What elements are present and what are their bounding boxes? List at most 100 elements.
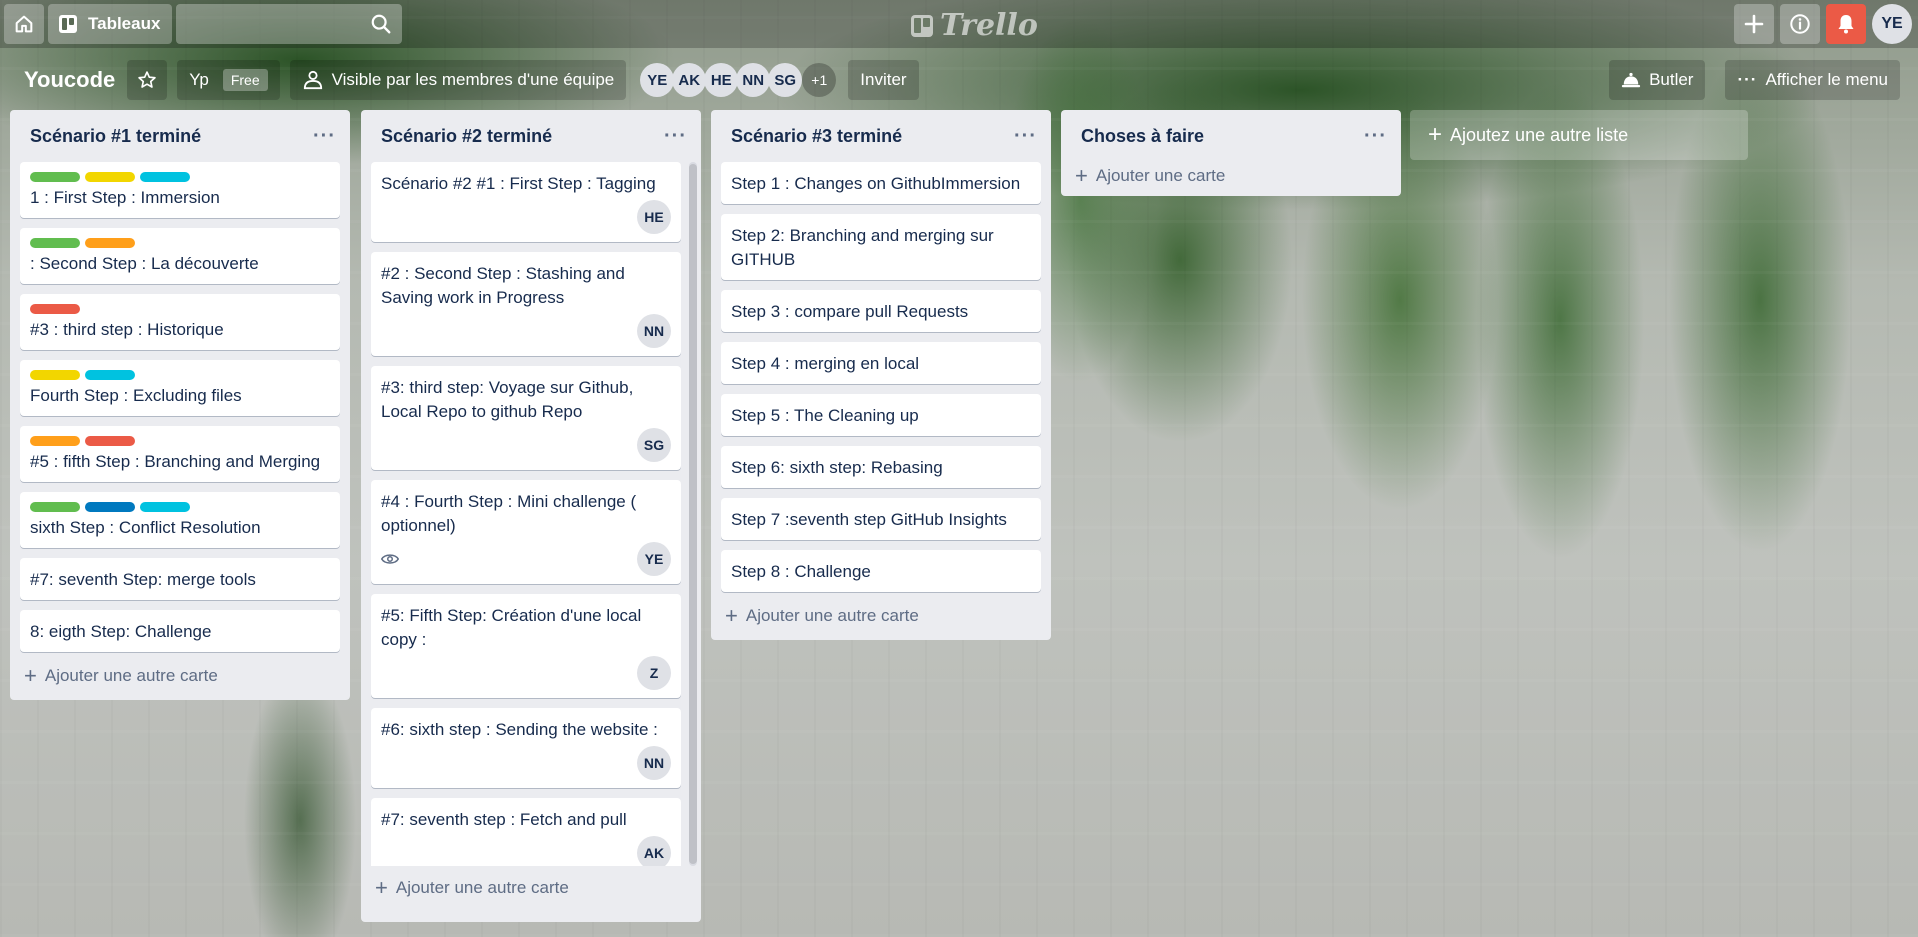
card[interactable]: 8: eigth Step: Challenge [20,610,340,652]
create-button[interactable] [1734,4,1774,44]
card-title: #3 : third step : Historique [30,320,224,339]
card[interactable]: #7: seventh Step: merge tools [20,558,340,600]
info-button[interactable] [1780,4,1820,44]
card[interactable]: Step 7 :seventh step GitHub Insights [721,498,1041,540]
card[interactable]: Scénario #2 #1 : First Step : Tagging HE [371,162,681,242]
list-choses-a-faire[interactable]: Choses à faire ··· + Ajouter une carte [1061,110,1401,196]
card-label-sky[interactable] [140,502,190,512]
boards-button[interactable]: Tableaux [48,4,173,44]
invite-button[interactable]: Inviter [848,60,919,100]
card-label-green[interactable] [30,502,80,512]
card[interactable]: 1 : First Step : Immersion [20,162,340,218]
card-member-avatar[interactable]: SG [637,428,671,462]
visibility-button[interactable]: Visible par les membres d'une équipe [289,60,627,100]
card-member-avatar[interactable]: AK [637,836,671,866]
card-label-green[interactable] [30,172,80,182]
search-icon[interactable] [370,13,392,35]
trello-logo[interactable]: Trello [910,8,1038,43]
list-title[interactable]: Scénario #3 terminé [731,126,902,147]
card-title: Step 1 : Changes on GithubImmersion [731,174,1021,193]
card[interactable]: #3: third step: Voyage sur Github, Local… [371,366,681,470]
card-member-avatar[interactable]: Z [637,656,671,690]
list-header[interactable]: Scénario #1 terminé ··· [10,110,350,162]
card-label-sky[interactable] [140,172,190,182]
card[interactable]: #6: sixth step : Sending the website : NN [371,708,681,788]
add-card-button[interactable]: + Ajouter une autre carte [10,652,350,700]
card-label-red[interactable] [85,436,135,446]
card-member-avatar[interactable]: HE [637,200,671,234]
add-list-button[interactable]: + Ajoutez une autre liste [1410,110,1748,160]
card-label-blue[interactable] [85,502,135,512]
card[interactable]: Step 8 : Challenge [721,550,1041,592]
card[interactable]: Step 6: sixth step: Rebasing [721,446,1041,488]
team-button[interactable]: Yp Free [177,60,280,100]
card[interactable]: Step 5 : The Cleaning up [721,394,1041,436]
star-board-button[interactable] [127,60,168,100]
scrollbar-thumb[interactable] [689,164,697,864]
card-labels [30,172,330,182]
card[interactable]: #3 : third step : Historique [20,294,340,350]
list-header[interactable]: Choses à faire ··· [1061,110,1401,162]
more-members-button[interactable]: +1 [802,63,837,97]
card-label-red[interactable] [30,304,80,314]
list-title[interactable]: Choses à faire [1081,126,1204,147]
member-avatar[interactable]: SG [768,63,803,97]
list-menu-icon[interactable]: ··· [1364,125,1387,148]
add-card-button[interactable]: + Ajouter une carte [1061,162,1401,196]
list-header[interactable]: Scénario #3 terminé ··· [711,110,1051,162]
card-member-avatar[interactable]: YE [637,542,671,576]
card[interactable]: sixth Step : Conflict Resolution [20,492,340,548]
top-right-actions: YE [1734,4,1912,44]
search-input[interactable] [176,4,403,44]
list-title[interactable]: Scénario #2 terminé [381,126,552,147]
card[interactable]: #2 : Second Step : Stashing and Saving w… [371,252,681,356]
card-labels [30,502,330,512]
card-title: Step 5 : The Cleaning up [731,406,919,425]
card[interactable]: Step 4 : merging en local [721,342,1041,384]
plus-icon: + [1428,121,1443,148]
list-scrollbar[interactable] [689,162,697,866]
list-menu-icon[interactable]: ··· [1014,125,1037,148]
show-menu-button[interactable]: ··· Afficher le menu [1725,60,1900,100]
card-label-orange[interactable] [85,238,135,248]
add-card-button[interactable]: + Ajouter une autre carte [711,592,1051,640]
list-scenario-2[interactable]: Scénario #2 terminé ··· Scénario #2 #1 :… [361,110,701,922]
member-avatar[interactable]: YE [640,63,675,97]
card[interactable]: #4 : Fourth Step : Mini challenge ( opti… [371,480,681,584]
notifications-button[interactable] [1826,4,1866,44]
card[interactable]: Step 3 : compare pull Requests [721,290,1041,332]
card[interactable]: : Second Step : La découverte [20,228,340,284]
list-scenario-1[interactable]: Scénario #1 terminé ··· 1 : First Step :… [10,110,350,700]
card-label-orange[interactable] [30,436,80,446]
member-avatar[interactable]: NN [736,63,771,97]
list-header[interactable]: Scénario #2 terminé ··· [361,110,701,162]
card[interactable]: Step 2: Branching and merging sur GITHUB [721,214,1041,280]
card[interactable]: Step 1 : Changes on GithubImmersion [721,162,1041,204]
list-menu-icon[interactable]: ··· [664,125,687,148]
card-label-sky[interactable] [85,370,135,380]
card-label-yellow[interactable] [30,370,80,380]
search-field[interactable] [176,4,403,44]
card[interactable]: Fourth Step : Excluding files [20,360,340,416]
board-title[interactable]: Youcode [12,60,127,100]
board-header: Youcode Yp Free Visible par les membres … [0,56,1918,104]
home-button[interactable] [4,4,44,44]
card-member-avatar[interactable]: NN [637,314,671,348]
butler-button[interactable]: Butler [1609,60,1706,100]
member-avatar[interactable]: HE [704,63,739,97]
card-label-green[interactable] [30,238,80,248]
card[interactable]: #5: Fifth Step: Création d'une local cop… [371,594,681,698]
more-horizontal-icon: ··· [1737,70,1758,89]
member-avatar[interactable]: AK [672,63,707,97]
card[interactable]: #7: seventh step : Fetch and pull AK [371,798,681,866]
user-avatar[interactable]: YE [1872,4,1912,44]
list-menu-icon[interactable]: ··· [313,125,336,148]
card-label-yellow[interactable] [85,172,135,182]
card-title: #6: sixth step : Sending the website : [381,720,658,739]
card-member-avatar[interactable]: NN [637,746,671,780]
card-container: 1 : First Step : Immersion : Second Step … [10,162,350,652]
list-scenario-3[interactable]: Scénario #3 terminé ··· Step 1 : Changes… [711,110,1051,640]
add-card-button[interactable]: + Ajouter une autre carte [361,866,701,912]
card[interactable]: #5 : fifth Step : Branching and Merging [20,426,340,482]
list-title[interactable]: Scénario #1 terminé [30,126,201,147]
